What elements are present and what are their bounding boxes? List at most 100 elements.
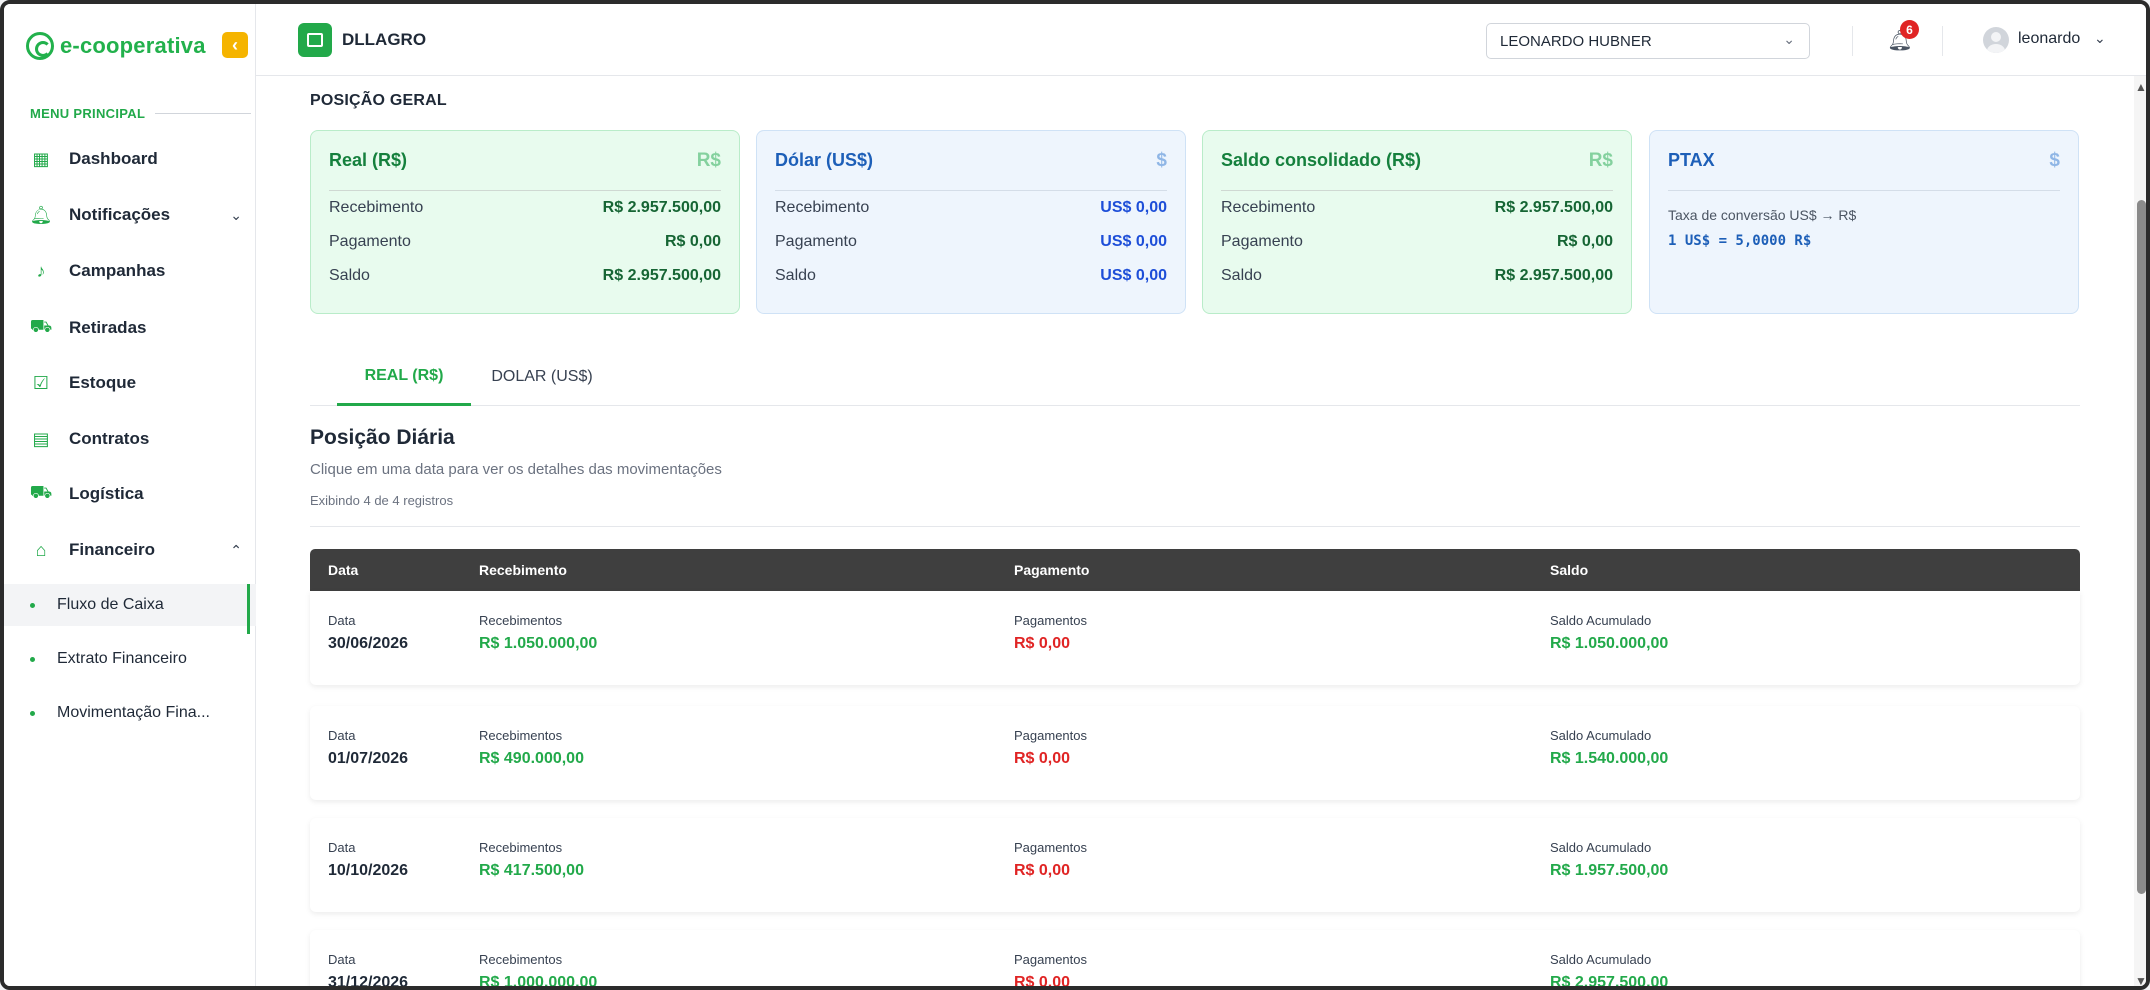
currency-tabs: REAL (R$) DOLAR (US$)	[310, 348, 2080, 406]
company-name: DLLAGRO	[342, 30, 427, 49]
column-header-saldo: Saldo	[1550, 562, 1589, 578]
sidebar-item-notificacoes[interactable]: 🔔︎ Notificações ⌄	[4, 193, 256, 237]
card-saldo-consolidado: Saldo consolidado (R$) R$ Recebimento R$ …	[1202, 130, 1632, 314]
cell-payments: Pagamentos R$ 0,00	[1014, 952, 1087, 990]
cell-payments: Pagamentos R$ 0,00	[1014, 840, 1087, 880]
chevron-left-icon: ‹	[232, 34, 238, 55]
cell-receipts: Recebimentos R$ 1.000.000,00	[479, 952, 597, 986]
cell-label: Pagamentos	[1014, 728, 1087, 743]
card-title: Real (R$)	[329, 150, 408, 170]
bullet-icon	[30, 656, 35, 662]
cell-label: Recebimentos	[479, 840, 563, 855]
brand[interactable]: e-cooperativa	[26, 28, 206, 64]
sidebar-item-label: Campanhas	[69, 261, 166, 280]
card-header: Real (R$) R$	[329, 131, 721, 191]
user-select[interactable]: LEONARDO HUBNER ⌄	[1486, 23, 1810, 59]
cell-value: R$ 2.957.500,00	[1550, 974, 1669, 990]
chevron-down-icon: ⌄	[1783, 31, 1795, 47]
section-title: POSIÇÃO GERAL	[310, 92, 447, 109]
document-icon: ▤	[32, 428, 50, 449]
cell-label: Recebimentos	[479, 613, 563, 628]
row-value: R$ 2.957.500,00	[1494, 199, 1613, 216]
cell-value: R$ 1.050.000,00	[479, 635, 598, 652]
card-real: Real (R$) R$ Recebimento R$ 2.957.500,00 …	[310, 130, 740, 314]
menu-heading: MENU PRINCIPAL	[30, 106, 252, 121]
sidebar-subitem-movimentacao-financeira[interactable]: Movimentação Fina...	[4, 692, 256, 734]
main-content: POSIÇÃO GERAL Real (R$) R$ Recebimento R$…	[256, 76, 2134, 990]
card-row: Recebimento R$ 2.957.500,00	[1221, 191, 1613, 225]
bell-icon: ♪	[36, 260, 46, 281]
card-title: PTAX	[1668, 150, 1715, 170]
card-header: PTAX $	[1668, 131, 2060, 191]
sidebar-item-label: Estoque	[69, 373, 137, 392]
cell-label: Saldo Acumulado	[1550, 840, 1652, 855]
avatar[interactable]	[1983, 27, 2009, 53]
row-label: Pagamento	[775, 233, 857, 250]
sidebar-item-logistica[interactable]: ⛟ Logística	[4, 472, 256, 516]
row-label: Recebimento	[329, 199, 424, 216]
bullet-icon	[30, 602, 35, 608]
dashboard-icon: ▦	[32, 148, 50, 169]
table-row[interactable]: Data 01/07/2026 Recebimentos R$ 490.000,00…	[310, 706, 2080, 800]
row-label: Recebimento	[775, 199, 870, 216]
sidebar-subitem-label: Fluxo de Caixa	[57, 596, 164, 613]
cell-date: Data 10/10/2026	[328, 840, 408, 880]
sidebar-subitem-extrato-financeiro[interactable]: Extrato Financeiro	[4, 638, 256, 680]
cell-label: Pagamentos	[1014, 840, 1087, 855]
card-row: Saldo US$ 0,00	[775, 259, 1167, 293]
sidebar-item-financeiro[interactable]: ⌂ Financeiro ⌃	[4, 528, 256, 572]
cell-label: Pagamentos	[1014, 613, 1087, 628]
records-count: Exibindo 4 de 4 registros	[310, 493, 454, 508]
tab-real[interactable]: REAL (R$)	[337, 348, 471, 406]
collapse-sidebar-button[interactable]: ‹	[222, 32, 248, 58]
cell-label: Saldo Acumulado	[1550, 728, 1652, 743]
username[interactable]: leonardo	[2018, 30, 2080, 48]
sidebar-item-campanhas[interactable]: ♪ Campanhas	[4, 249, 256, 293]
menu-heading-divider	[155, 113, 252, 114]
cell-value: R$ 0,00	[1014, 750, 1071, 767]
cell-value: R$ 0,00	[1014, 862, 1071, 879]
row-value: R$ 0,00	[664, 233, 721, 250]
sidebar-item-retiradas[interactable]: ⛟ Retiradas	[4, 306, 256, 350]
card-title: Saldo consolidado (R$)	[1221, 150, 1422, 170]
cell-label: Data	[328, 728, 356, 743]
sidebar-subitem-fluxo-de-caixa[interactable]: Fluxo de Caixa	[4, 584, 256, 634]
cell-value: R$ 417.500,00	[479, 862, 584, 879]
cell-balance: Saldo Acumulado R$ 1.050.000,00	[1550, 613, 1668, 653]
ptax-description: Taxa de conversão US$ → R$	[1668, 207, 1857, 223]
cell-value: R$ 1.540.000,00	[1550, 750, 1669, 767]
cell-payments: Pagamentos R$ 0,00	[1014, 613, 1087, 653]
column-header-recebimento: Recebimento	[479, 562, 567, 578]
card-row: Pagamento R$ 0,00	[329, 225, 721, 259]
chevron-down-icon[interactable]: ⌄	[2094, 30, 2106, 47]
column-header-data: Data	[328, 562, 359, 578]
scroll-down-icon[interactable]: ▼	[2135, 974, 2146, 986]
sidebar-item-contratos[interactable]: ▤ Contratos	[4, 417, 256, 461]
row-value: R$ 2.957.500,00	[602, 267, 721, 284]
cell-receipts: Recebimentos R$ 417.500,00	[479, 840, 584, 880]
card-row: Saldo R$ 2.957.500,00	[329, 259, 721, 293]
scrollbar-thumb[interactable]	[2137, 200, 2146, 894]
cell-balance: Saldo Acumulado R$ 1.957.500,00	[1550, 840, 1668, 880]
cell-balance: Saldo Acumulado R$ 2.957.500,00	[1550, 952, 1669, 990]
brand-name: e-cooperativa	[60, 33, 206, 58]
cell-label: Saldo Acumulado	[1550, 952, 1652, 967]
tab-dolar[interactable]: DOLAR (US$)	[471, 348, 613, 406]
notification-badge: 6	[1900, 20, 1919, 39]
table-row[interactable]: Data 31/12/2026 Recebimentos R$ 1.000.000,…	[310, 930, 2080, 990]
cell-value: R$ 0,00	[1014, 974, 1071, 990]
table-row[interactable]: Data 10/10/2026 Recebimentos R$ 417.500,00…	[310, 818, 2080, 912]
row-value: US$ 0,00	[1100, 267, 1167, 284]
sidebar-item-estoque[interactable]: ☑ Estoque	[4, 361, 256, 405]
cell-label: Pagamentos	[1014, 952, 1087, 967]
cell-label: Saldo Acumulado	[1550, 613, 1652, 628]
cell-value: R$ 1.957.500,00	[1550, 862, 1669, 879]
sidebar-item-dashboard[interactable]: ▦ Dashboard	[4, 137, 256, 181]
table-row[interactable]: Data 30/06/2026 Recebimentos R$ 1.050.000,…	[310, 591, 2080, 685]
app-window: e-cooperativa ‹ MENU PRINCIPAL ▦ Dashboa…	[0, 0, 2150, 990]
cell-date: Data 01/07/2026	[328, 728, 408, 768]
cell-balance: Saldo Acumulado R$ 1.540.000,00	[1550, 728, 1668, 768]
scroll-up-icon[interactable]: ▲	[2135, 80, 2146, 94]
row-value: R$ 2.957.500,00	[1494, 267, 1613, 284]
card-row: Recebimento US$ 0,00	[775, 191, 1167, 225]
